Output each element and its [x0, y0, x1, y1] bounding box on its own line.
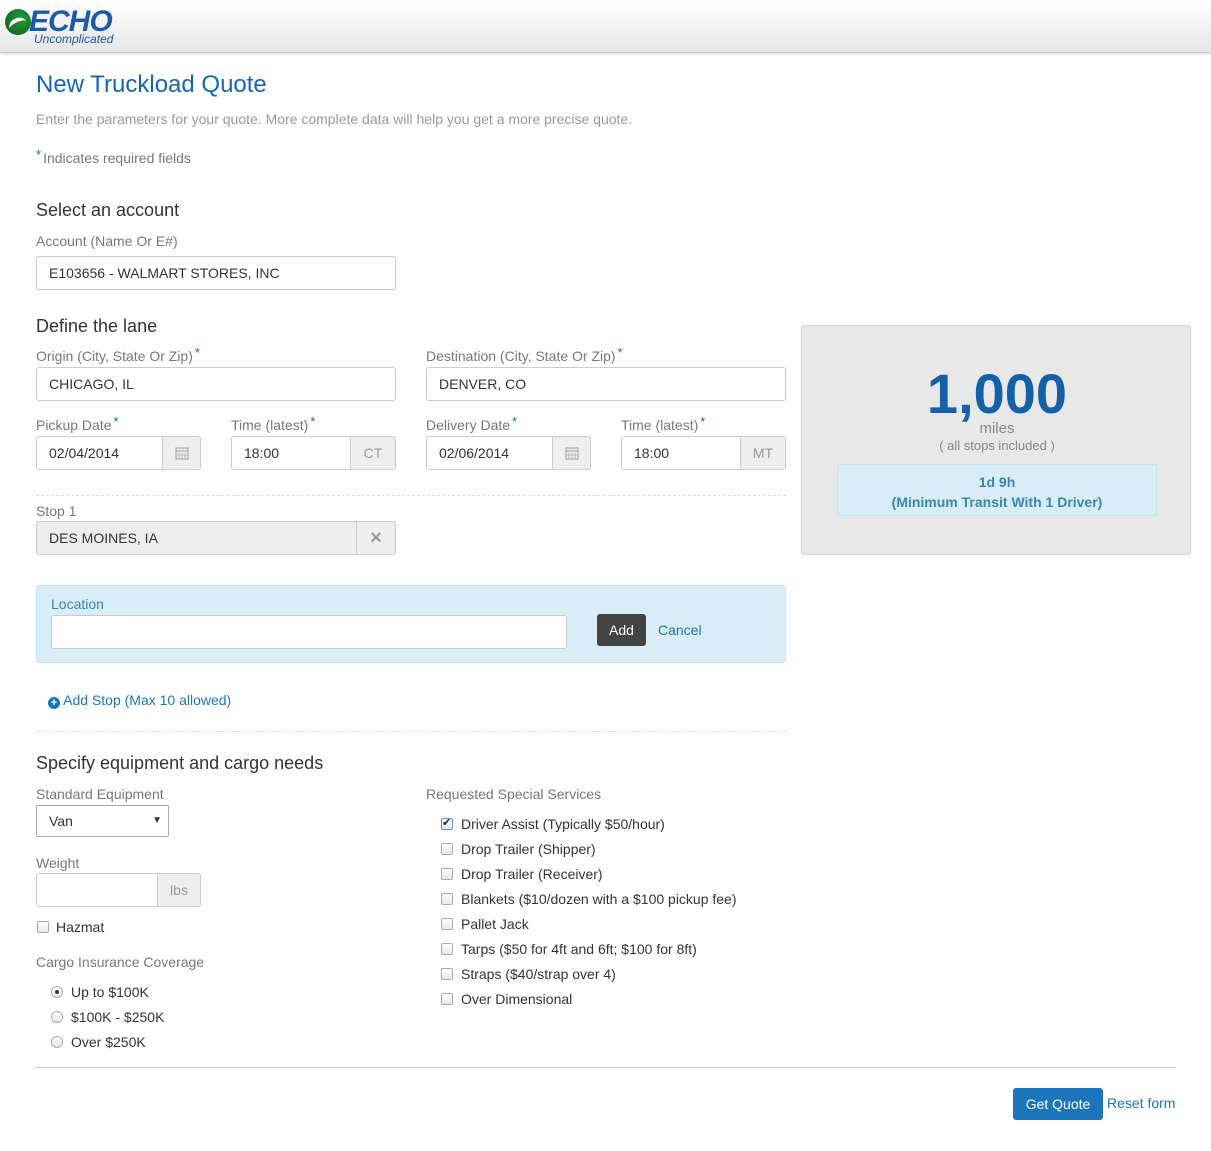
- calendar-icon[interactable]: [552, 436, 591, 470]
- add-location-button[interactable]: Add: [597, 614, 646, 646]
- miles-value: 1,000: [926, 362, 1068, 425]
- chevron-down-icon: ▼: [152, 815, 162, 826]
- service-label: Straps ($40/strap over 4): [461, 966, 616, 982]
- origin-label-text: Origin (City, State Or Zip): [36, 348, 193, 364]
- transit-description: (Minimum Transit With 1 Driver): [891, 494, 1103, 510]
- hazmat-checkbox[interactable]: [37, 921, 49, 933]
- service-checkbox[interactable]: [441, 843, 453, 855]
- delivery-timezone: MT: [740, 436, 786, 470]
- page-title: New Truckload Quote: [36, 71, 267, 98]
- remove-stop-icon[interactable]: ×: [356, 521, 396, 555]
- cancel-location-link[interactable]: Cancel: [658, 622, 702, 638]
- weight-label: Weight: [36, 855, 80, 871]
- account-input[interactable]: E103656 - WALMART STORES, INC: [36, 256, 396, 290]
- get-quote-button[interactable]: Get Quote: [1013, 1088, 1103, 1120]
- required-note: * Indicates required fields: [36, 147, 191, 166]
- origin-input[interactable]: CHICAGO, IL: [36, 367, 396, 401]
- account-label: Account (Name Or E#): [36, 233, 178, 249]
- weight-unit: lbs: [157, 873, 201, 907]
- add-stop-link[interactable]: + Add Stop (Max 10 allowed): [48, 692, 231, 709]
- service-label: Blankets ($10/dozen with a $100 pickup f…: [461, 891, 737, 907]
- add-location-panel: Location Add Cancel: [36, 585, 786, 663]
- delivery-date-label: Delivery Date *: [426, 414, 518, 433]
- delivery-time-input[interactable]: 18:00: [621, 436, 742, 470]
- required-marker: *: [310, 414, 316, 429]
- insurance-label: Cargo Insurance Coverage: [36, 954, 205, 970]
- standard-equipment-value: Van: [49, 813, 73, 829]
- service-checkbox[interactable]: [441, 968, 453, 980]
- insurance-option-label: $100K - $250K: [71, 1009, 165, 1025]
- account-heading: Select an account: [36, 200, 180, 220]
- stop1-label: Stop 1: [36, 503, 77, 519]
- service-label: Drop Trailer (Receiver): [461, 866, 603, 882]
- standard-equipment-label: Standard Equipment: [36, 786, 164, 802]
- miles-summary-panel: 1,000 miles ( all stops included ) 1d 9h…: [801, 325, 1191, 555]
- service-checkbox[interactable]: [441, 893, 453, 905]
- calendar-icon[interactable]: [162, 436, 201, 470]
- location-label: Location: [51, 596, 104, 612]
- lane-heading: Define the lane: [36, 316, 158, 336]
- add-stop-text[interactable]: Add Stop (Max 10 allowed): [63, 692, 231, 708]
- service-label: Pallet Jack: [461, 916, 529, 932]
- echo-logo[interactable]: ECHO Uncomplicated: [5, 5, 135, 49]
- transit-duration: 1d 9h: [978, 474, 1016, 490]
- delivery-date-input[interactable]: 02/06/2014: [426, 436, 554, 470]
- service-checkbox[interactable]: [441, 816, 453, 830]
- service-checkbox[interactable]: [441, 918, 453, 930]
- pickup-date-label: Pickup Date *: [36, 414, 119, 433]
- reset-form-link[interactable]: Reset form: [1107, 1095, 1175, 1111]
- service-checkbox[interactable]: [441, 868, 453, 880]
- insurance-radio[interactable]: [51, 1011, 63, 1023]
- destination-label-text: Destination (City, State Or Zip): [426, 348, 616, 364]
- delivery-time-label: Time (latest) *: [621, 414, 706, 433]
- pickup-time-label: Time (latest) *: [231, 414, 316, 433]
- required-marker: *: [617, 345, 623, 360]
- pickup-timezone: CT: [350, 436, 396, 470]
- required-marker: *: [512, 414, 518, 429]
- equipment-heading: Specify equipment and cargo needs: [36, 753, 324, 773]
- service-label: Drop Trailer (Shipper): [461, 841, 596, 857]
- services-label: Requested Special Services: [426, 786, 602, 802]
- service-checkbox[interactable]: [441, 943, 453, 955]
- required-marker: *: [113, 414, 119, 429]
- destination-input[interactable]: DENVER, CO: [426, 367, 786, 401]
- pickup-time-label-text: Time (latest): [231, 417, 309, 433]
- top-bar: ECHO Uncomplicated: [0, 0, 1211, 53]
- pickup-date-input[interactable]: 02/04/2014: [36, 436, 164, 470]
- divider: [36, 731, 786, 732]
- transit-estimate: 1d 9h (Minimum Transit With 1 Driver): [837, 464, 1157, 516]
- insurance-radio[interactable]: [51, 1036, 63, 1048]
- standard-equipment-select[interactable]: Van ▼: [36, 805, 169, 837]
- stop1-input: DES MOINES, IA: [36, 521, 358, 555]
- service-label: Tarps ($50 for 4ft and 6ft; $100 for 8ft…: [461, 941, 697, 957]
- miles-unit: miles: [979, 420, 1015, 437]
- destination-label: Destination (City, State Or Zip) *: [426, 345, 623, 364]
- weight-input[interactable]: [36, 873, 159, 907]
- miles-note: ( all stops included ): [939, 438, 1055, 453]
- required-marker: *: [700, 414, 706, 429]
- logo-tagline: Uncomplicated: [34, 32, 114, 46]
- required-marker: *: [194, 345, 200, 360]
- pickup-time-input[interactable]: 18:00: [231, 436, 352, 470]
- page-subtitle: Enter the parameters for your quote. Mor…: [36, 111, 633, 127]
- hazmat-label: Hazmat: [56, 919, 105, 935]
- plus-circle-icon: +: [48, 697, 60, 709]
- globe-icon: [5, 9, 31, 36]
- divider: [36, 495, 786, 496]
- required-note-text: Indicates required fields: [43, 150, 191, 166]
- service-label: Over Dimensional: [461, 991, 573, 1007]
- service-label: Driver Assist (Typically $50/hour): [461, 816, 665, 832]
- delivery-date-label-text: Delivery Date: [426, 417, 511, 433]
- service-checkbox[interactable]: [441, 993, 453, 1005]
- divider: [36, 1067, 1176, 1068]
- insurance-option-label: Up to $100K: [71, 984, 149, 1000]
- insurance-option-label: Over $250K: [71, 1034, 146, 1050]
- origin-label: Origin (City, State Or Zip) *: [36, 345, 200, 364]
- insurance-radio[interactable]: [51, 986, 63, 998]
- required-marker: *: [36, 147, 42, 162]
- pickup-date-label-text: Pickup Date: [36, 417, 112, 433]
- delivery-time-label-text: Time (latest): [621, 417, 699, 433]
- location-input[interactable]: [51, 615, 567, 649]
